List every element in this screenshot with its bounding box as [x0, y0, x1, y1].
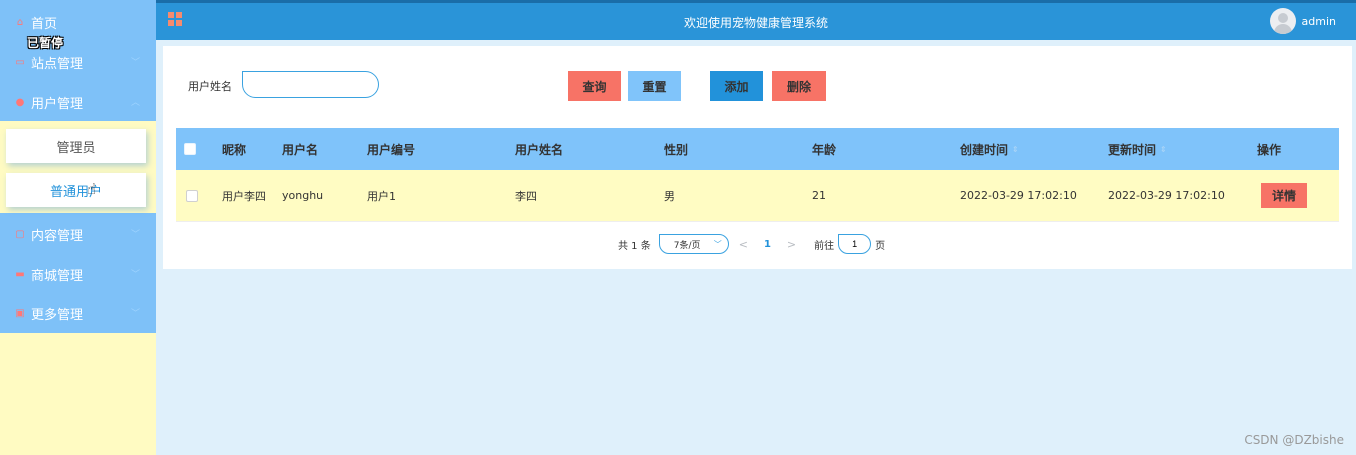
- content-icon: ▢: [15, 228, 25, 240]
- select-all-checkbox[interactable]: [184, 143, 196, 155]
- user-menu[interactable]: admin: [1269, 8, 1336, 34]
- page-suffix: 页: [875, 240, 886, 252]
- top-bar: 欢迎使用宠物健康管理系统 admin: [156, 0, 1356, 40]
- page-size-value: 7条/页: [673, 240, 701, 251]
- column-header-real-name: 用户姓名: [515, 142, 564, 157]
- search-input[interactable]: [242, 71, 379, 98]
- reset-button[interactable]: 重置: [628, 71, 681, 101]
- site-icon: ▭: [15, 56, 25, 68]
- row-checkbox[interactable]: [186, 189, 198, 202]
- delete-button[interactable]: 删除: [772, 71, 826, 101]
- column-header-updated[interactable]: 更新时间 ⇕: [1108, 128, 1167, 170]
- sidebar-item-label: 站点管理: [31, 56, 84, 72]
- cell-user-no: 用户1: [367, 189, 396, 203]
- chevron-down-icon: ﹀: [130, 270, 140, 280]
- sidebar-item-more[interactable]: ▣ 更多管理 ﹀: [0, 293, 156, 333]
- sidebar-item-home[interactable]: ⌂ 首页: [0, 2, 156, 42]
- column-header-label: 更新时间: [1108, 142, 1157, 157]
- chevron-down-icon: ﹀: [130, 230, 140, 240]
- column-header-label: 创建时间: [960, 142, 1009, 157]
- page-size-select[interactable]: 7条/页 ﹀: [658, 234, 729, 254]
- more-icon: ▣: [15, 307, 25, 319]
- sidebar-item-label: 内容管理: [31, 228, 84, 244]
- column-header-username: 用户名: [282, 142, 319, 157]
- main-card: 用户姓名 查询 重置 添加 删除 昵称 用户名 用户编号 用户姓名 性别 年龄 …: [163, 46, 1352, 269]
- sort-icon[interactable]: ⇕: [1012, 145, 1019, 154]
- cell-gender: 男: [664, 189, 675, 203]
- query-button[interactable]: 查询: [568, 71, 621, 101]
- sidebar-item-label: 首页: [31, 16, 58, 32]
- cell-real-name: 李四: [515, 189, 537, 203]
- cell-created: 2022-03-29 17:02:10: [960, 189, 1077, 202]
- chevron-down-icon: ﹀: [713, 240, 722, 249]
- sidebar-item-label: 更多管理: [31, 307, 84, 323]
- hand-cursor-icon: ☝: [87, 180, 97, 198]
- column-header-nickname: 昵称: [222, 142, 247, 157]
- sidebar-item-shop[interactable]: ▬ 商城管理 ﹀: [0, 254, 156, 294]
- column-header-created[interactable]: 创建时间 ⇕: [960, 128, 1019, 170]
- goto-label: 前往: [814, 240, 835, 252]
- shop-icon: ▬: [15, 268, 25, 280]
- table-row: 用户李四 yonghu 用户1 李四 男 21 2022-03-29 17:02…: [176, 170, 1339, 222]
- user-icon: ●: [15, 96, 25, 108]
- sidebar-item-content[interactable]: ▢ 内容管理 ﹀: [0, 214, 156, 254]
- sidebar-item-users[interactable]: ● 用户管理 ︿: [0, 82, 156, 122]
- username: admin: [1301, 14, 1336, 28]
- cell-updated: 2022-03-29 17:02:10: [1108, 189, 1225, 202]
- pagination: 共 1 条 7条/页 ﹀ < 1 > 前往 页: [618, 233, 885, 255]
- column-header-user-no: 用户编号: [367, 142, 416, 157]
- sort-icon[interactable]: ⇕: [1160, 145, 1167, 154]
- add-button[interactable]: 添加: [710, 71, 763, 101]
- home-icon: ⌂: [16, 16, 24, 28]
- column-header-actions: 操作: [1257, 142, 1282, 157]
- sidebar-subitem-admin[interactable]: 管理员: [6, 129, 146, 163]
- avatar: [1269, 8, 1296, 34]
- sidebar: ⌂ 首页 ▭ 站点管理 ﹀ ● 用户管理 ︿ 管理员 普通用户 ▢ 内容管理 ﹀: [0, 0, 156, 455]
- goto-page-input[interactable]: [838, 234, 872, 254]
- sidebar-subitem-normal-user[interactable]: 普通用户: [6, 173, 146, 207]
- cell-username: yonghu: [282, 189, 324, 202]
- pagination-total: 共 1 条: [618, 240, 651, 252]
- sidebar-submenu: 管理员 普通用户: [0, 121, 156, 213]
- page-number-current[interactable]: 1: [764, 239, 771, 250]
- sidebar-item-label: 商城管理: [31, 268, 84, 284]
- sidebar-menu: ⌂ 首页 ▭ 站点管理 ﹀ ● 用户管理 ︿ 管理员 普通用户 ▢ 内容管理 ﹀: [0, 0, 156, 333]
- sidebar-subitem-label: 管理员: [56, 140, 96, 156]
- paused-overlay-label: 已暂停: [27, 36, 64, 50]
- table-header: 昵称 用户名 用户编号 用户姓名 性别 年龄 创建时间 ⇕ 更新时间 ⇕ 操作: [176, 128, 1339, 170]
- column-header-gender: 性别: [664, 142, 689, 157]
- search-label: 用户姓名: [188, 80, 232, 93]
- user-table: 昵称 用户名 用户编号 用户姓名 性别 年龄 创建时间 ⇕ 更新时间 ⇕ 操作 …: [176, 128, 1339, 222]
- chevron-down-icon: ﹀: [130, 309, 140, 319]
- watermark: CSDN @DZbishe: [1244, 433, 1344, 447]
- prev-page-button[interactable]: <: [739, 238, 748, 251]
- sidebar-item-label: 用户管理: [31, 96, 84, 112]
- cell-age: 21: [812, 189, 826, 202]
- column-header-age: 年龄: [812, 142, 837, 157]
- cell-nickname: 用户李四: [222, 189, 266, 203]
- sidebar-item-site[interactable]: ▭ 站点管理 ﹀: [0, 42, 156, 82]
- system-title: 欢迎使用宠物健康管理系统: [683, 16, 828, 30]
- chevron-up-icon: ︿: [130, 98, 140, 108]
- next-page-button[interactable]: >: [787, 238, 796, 251]
- detail-button[interactable]: 详情: [1261, 183, 1307, 208]
- chevron-down-icon: ﹀: [130, 58, 140, 68]
